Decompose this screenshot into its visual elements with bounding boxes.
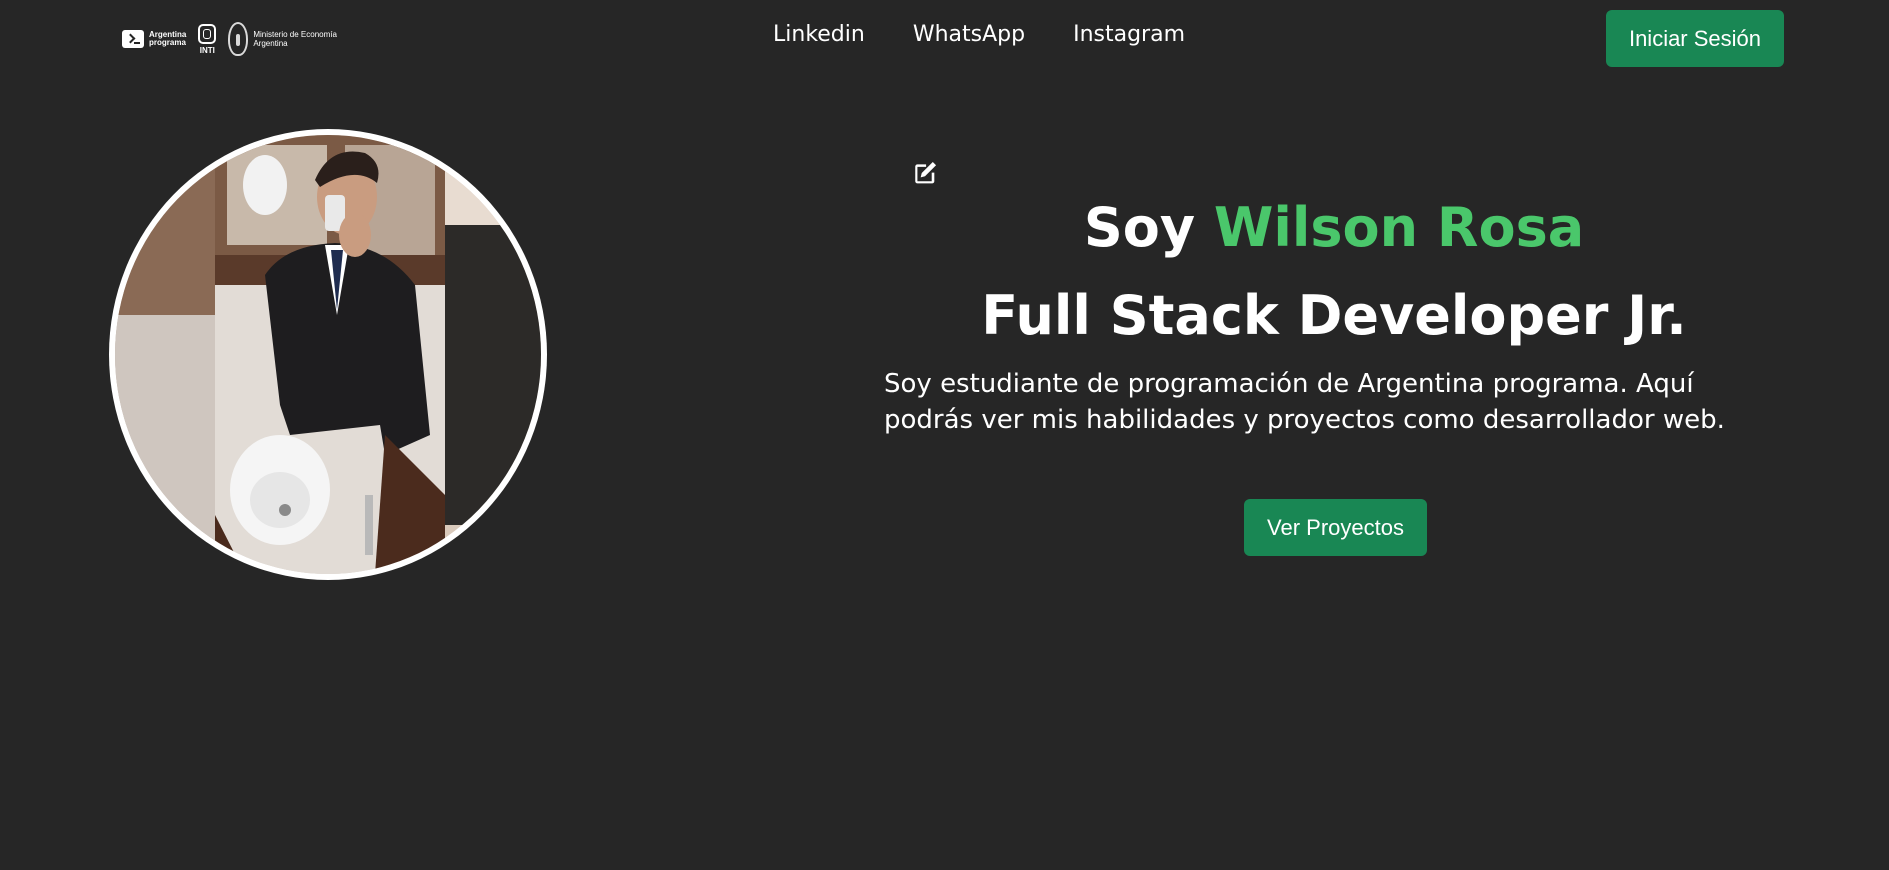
nav-links: Linkedin WhatsApp Instagram [773,22,1185,47]
hero-title: Soy Wilson Rosa [884,192,1784,264]
hero-description: Soy estudiante de programación de Argent… [884,369,1725,435]
edit-button[interactable] [912,160,938,186]
argentina-programa-logo: Argentina programa [122,30,186,48]
view-projects-button[interactable]: Ver Proyectos [1244,499,1427,556]
navbar: Argentina programa INTI Ministerio de Ec… [0,0,1889,80]
terminal-icon [122,30,144,48]
argentina-programa-logo-text: Argentina programa [149,30,187,47]
inti-symbol-icon [198,23,217,44]
profile-photo-image [115,135,541,574]
hero-name: Wilson Rosa [1213,196,1585,259]
national-crest-icon [228,22,249,56]
hero-title-prefix: Soy [1083,196,1214,259]
nav-link-linkedin[interactable]: Linkedin [773,22,865,47]
hero-subtitle: Full Stack Developer Jr. [981,284,1687,347]
nav-link-whatsapp[interactable]: WhatsApp [913,22,1025,47]
edit-icon [915,161,937,184]
inti-logo: INTI [198,23,217,55]
profile-photo [109,129,547,580]
partner-logos: Argentina programa INTI Ministerio de Ec… [122,20,337,58]
nav-link-instagram[interactable]: Instagram [1073,22,1185,47]
ministerio-logo: Ministerio de Economía Argentina [228,22,337,56]
inti-logo-text: INTI [199,45,215,55]
login-button[interactable]: Iniciar Sesión [1606,10,1784,67]
ministerio-logo-text: Ministerio de Economía Argentina [253,30,337,48]
